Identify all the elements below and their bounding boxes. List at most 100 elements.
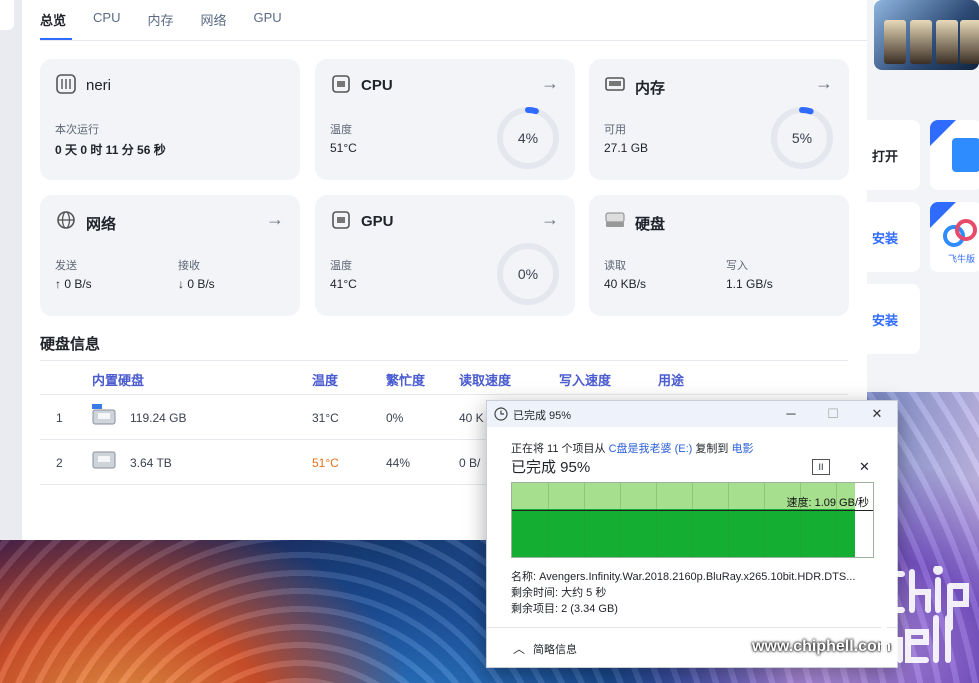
column-header-write[interactable]: 写入速度	[559, 370, 611, 389]
app-icon-card-1[interactable]	[930, 120, 979, 190]
cpu-card[interactable]: CPU → 温度 51°C 4%	[315, 59, 575, 180]
cpu-temp-label: 温度	[330, 124, 352, 136]
gpu-temp-value: 41°C	[330, 277, 357, 291]
dialog-titlebar[interactable]: 已完成 95% ─ ☐ ✕	[487, 401, 897, 427]
memory-card[interactable]: 内存 → 可用 27.1 GB 5%	[589, 59, 849, 180]
hard-disk-icon	[605, 212, 625, 227]
ram-icon	[605, 77, 625, 91]
transfer-speed-graph: 速度: 1.09 GB/秒	[511, 482, 874, 558]
disk-read-speed: 0 B/	[459, 456, 481, 470]
less-details-button[interactable]: 简略信息	[533, 641, 577, 657]
memory-usage-value: 5%	[791, 130, 813, 146]
source-link[interactable]: C盘是我老婆 (E:)	[609, 443, 693, 455]
memory-available-value: 27.1 GB	[604, 141, 649, 155]
arrow-right-icon[interactable]: →	[541, 209, 559, 230]
disk-title: 硬盘	[635, 216, 666, 233]
app-icon	[952, 138, 979, 172]
column-header-usage[interactable]: 用途	[658, 370, 684, 389]
speed-fill	[512, 509, 855, 557]
disk-card: 硬盘 读取 40 KB/s 写入 1.1 GB/s	[589, 195, 849, 316]
arrow-right-icon[interactable]: →	[815, 73, 833, 94]
tab-memory[interactable]: 内存	[147, 0, 186, 40]
send-label: 发送	[55, 260, 77, 272]
app-store-panel: 打开 安装 飞牛版 安装	[866, 0, 979, 392]
column-header-disk[interactable]: 内置硬盘	[92, 370, 144, 389]
disk-temp: 31°C	[312, 411, 339, 425]
tab-network[interactable]: 网络	[200, 0, 239, 40]
watermark-text: www.chiphell.com	[752, 638, 891, 655]
open-button[interactable]: 打开	[866, 120, 920, 190]
tab-bar: 总览 CPU 内存 网络 GPU	[40, 0, 309, 40]
memory-title: 内存	[635, 80, 666, 97]
disk-read-label: 读取	[604, 260, 626, 272]
destination-link[interactable]: 电影	[731, 443, 753, 455]
uptime-value: 0 天 0 时 11 分 56 秒	[55, 143, 166, 157]
gpu-usage-value: 0%	[517, 266, 539, 282]
progress-text: 已完成 95%	[511, 459, 591, 476]
disk-read-value: 40 KB/s	[604, 277, 647, 291]
app-badge-label: 飞牛版	[948, 254, 976, 264]
speed-line	[512, 510, 873, 511]
cpu-usage-ring: 4%	[496, 106, 560, 170]
memory-usage-ring: 5%	[770, 106, 834, 170]
disk-temp-warning: 51°C	[312, 456, 339, 470]
gpu-temp-label: 温度	[330, 260, 352, 272]
uptime-label: 本次运行	[55, 124, 99, 136]
disk-read-speed: 40 K	[459, 411, 484, 425]
row-index: 1	[56, 411, 63, 425]
cpu-temp-value: 51°C	[330, 141, 357, 155]
app-icon-card-2[interactable]: 飞牛版	[930, 202, 979, 272]
sidebar-edge	[0, 0, 22, 540]
chevron-up-icon[interactable]: ︿	[513, 640, 525, 657]
ssd-icon	[92, 404, 116, 425]
system-card: neri 本次运行 0 天 0 时 11 分 56 秒	[40, 59, 300, 180]
tab-gpu[interactable]: GPU	[254, 0, 295, 40]
tab-cpu[interactable]: CPU	[93, 0, 133, 40]
cancel-icon[interactable]: ✕	[859, 459, 870, 475]
tab-overview[interactable]: 总览	[40, 0, 79, 40]
disk-write-value: 1.1 GB/s	[726, 277, 773, 291]
disk-info-title: 硬盘信息	[40, 336, 101, 353]
gpu-title: GPU	[361, 213, 394, 230]
speed-label: 速度: 1.09 GB/秒	[786, 497, 869, 509]
gpu-icon	[332, 211, 350, 229]
device-icon	[56, 74, 76, 94]
install-button-2[interactable]: 安装	[866, 284, 920, 354]
device-name: neri	[86, 77, 112, 94]
receive-label: 接收	[178, 260, 200, 272]
arrow-right-icon[interactable]: →	[541, 73, 559, 94]
table-divider	[40, 360, 848, 361]
network-title: 网络	[86, 216, 117, 233]
copy-description: 正在将 11 个项目从 C盘是我老婆 (E:) 复制到 电影	[511, 443, 754, 455]
file-name-line: 名称: Avengers.Infinity.War.2018.2160p.Blu…	[511, 571, 856, 583]
disk-size: 119.24 GB	[130, 411, 187, 425]
gpu-card[interactable]: GPU → 温度 41°C 0%	[315, 195, 575, 316]
minimize-button[interactable]: ─	[780, 404, 802, 424]
disk-write-label: 写入	[726, 260, 748, 272]
gpu-usage-ring: 0%	[496, 242, 560, 306]
globe-icon	[57, 211, 75, 229]
cpu-title: CPU	[361, 77, 393, 94]
memory-available-label: 可用	[604, 124, 626, 136]
table-divider	[40, 394, 848, 395]
chiphell-logo	[881, 566, 969, 663]
arrow-right-icon[interactable]: →	[266, 209, 284, 230]
install-button-1[interactable]: 安装	[866, 202, 920, 272]
clock-icon	[494, 407, 508, 421]
movie-poster-banner[interactable]	[874, 0, 979, 70]
cpu-usage-value: 4%	[517, 130, 539, 146]
pause-button[interactable]: II	[812, 459, 830, 475]
maximize-button[interactable]: ☐	[822, 404, 844, 424]
cloud-app-icon	[943, 219, 977, 247]
receive-value: ↓ 0 B/s	[178, 277, 215, 291]
column-header-busy[interactable]: 繁忙度	[386, 370, 425, 389]
disk-busy: 0%	[386, 411, 404, 425]
close-button[interactable]: ✕	[866, 404, 888, 424]
time-remaining-line: 剩余时间: 大约 5 秒	[511, 587, 607, 599]
column-header-temp[interactable]: 温度	[312, 370, 338, 389]
column-header-read[interactable]: 读取速度	[459, 370, 511, 389]
file-copy-dialog: 已完成 95% ─ ☐ ✕ 正在将 11 个项目从 C盘是我老婆 (E:) 复制…	[486, 400, 898, 668]
items-remaining-line: 剩余项目: 2 (3.34 GB)	[511, 603, 618, 615]
network-card[interactable]: 网络 → 发送 ↑ 0 B/s 接收 ↓ 0 B/s	[40, 195, 300, 316]
ssd-icon	[92, 451, 116, 469]
